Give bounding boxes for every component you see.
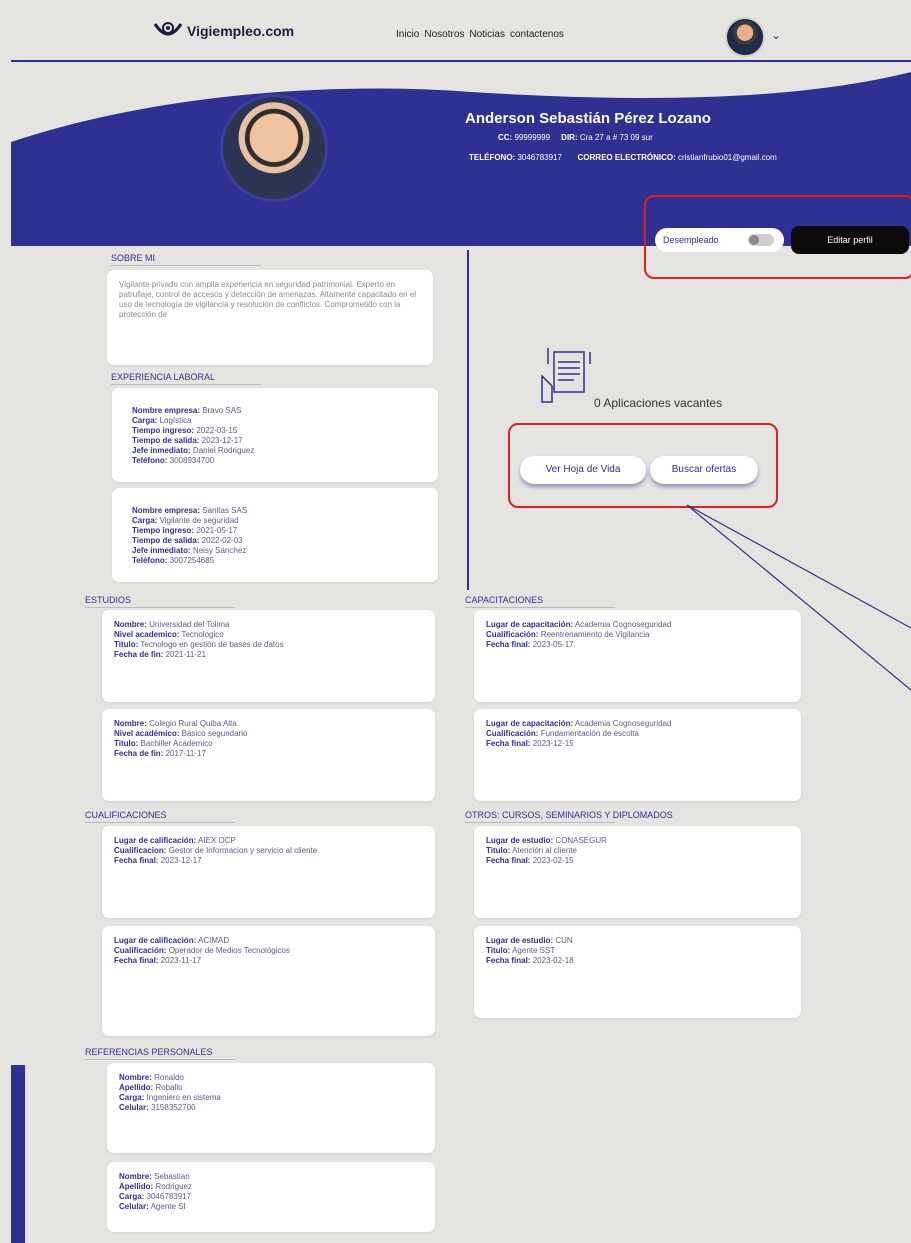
logo-text: Vigiempleo.com [187,23,295,39]
search-offers-button[interactable]: Buscar ofertas [650,456,758,484]
training-card: Lugar de capacitación: Academia Cognoseg… [474,610,801,702]
chevron-down-icon[interactable]: ⌄ [771,28,781,42]
applications-count: 0 Aplicaciones vacantes [594,396,723,410]
trainings-title: CAPACITACIONES [465,595,616,608]
study-card: Nombre: Colegio Rural Quiba Alta Nivel a… [102,709,435,801]
nav-noticias[interactable]: Noticias [469,29,505,40]
nav-nosotros[interactable]: Nosotros [424,29,464,40]
dir-value: Cra 27 a # 73 09 sur [579,133,653,142]
side-accent-bar [11,1065,25,1243]
qualification-card: Lugar de calificación: ACIMAD Cualificac… [102,926,435,1036]
other-courses-title: OTROS: CURSOS, SEMINARIOS Y DIPLOMADOS [465,810,673,823]
studies-title: ESTUDIOS [85,595,236,608]
employment-status-toggle[interactable]: Desempleado [655,228,784,252]
view-cv-button[interactable]: Ver Hoja de Vida [520,456,646,484]
edit-profile-button[interactable]: Editar perfil [791,226,909,254]
references-title: REFERENCIAS PERSONALES [85,1047,235,1060]
tel-label: TELÉFONO: [469,153,516,162]
eye-logo-icon [153,22,183,36]
resume-document-icon [541,348,591,403]
top-bar: Vigiempleo.com Inicio Nosotros Noticias … [11,0,911,62]
about-title: SOBRE MI [111,253,262,266]
qualifications-title: CUALIFICACIONES [85,810,235,823]
page: Vigiempleo.com Inicio Nosotros Noticias … [11,0,911,1243]
user-avatar[interactable] [725,17,765,57]
main-nav: Inicio Nosotros Noticias contactenos [396,29,564,40]
logo[interactable]: Vigiempleo.com [151,20,294,42]
email-label: CORREO ELECTRÓNICO: [577,153,676,162]
cc-dir-line: CC: 99999999 DIR: Cra 27 a # 73 09 sur [498,133,653,142]
nav-inicio[interactable]: Inicio [396,29,419,40]
about-text: Vigilante privado con amplia experiencia… [119,280,417,319]
reference-card: Nombre: Ronaldo Apellido: Roballo Carga:… [107,1063,435,1153]
contact-line: TELÉFONO: 3046783917 CORREO ELECTRÓNICO:… [469,153,777,162]
course-card: Lugar de estudio: CUN Titulo: Agente SST… [474,926,801,1018]
profile-photo [220,94,328,202]
nav-contactenos[interactable]: contactenos [510,29,564,40]
about-card: Vigilante privado con amplia experiencia… [107,270,433,365]
column-divider [467,250,469,590]
qualification-card: Lugar de calificación: AIEX OCP Cualific… [102,826,435,918]
status-label: Desempleado [663,235,719,245]
toggle-switch[interactable] [748,234,774,246]
experience-card: Nombre empresa: Bravo SAS Carga: Logísti… [112,388,438,482]
course-card: Lugar de estudio: CONASEGUR Titulo: Aten… [474,826,801,918]
reference-card: Nombre: Sebastian Apellido: Rodriguez Ca… [107,1162,435,1232]
training-card: Lugar de capacitación: Academia Cognoseg… [474,709,801,801]
cc-value: 99999999 [514,133,551,142]
profile-name: Anderson Sebastián Pérez Lozano [465,110,711,127]
email-value: cristianfrubio01@gmail.com [677,153,777,162]
cc-label: CC: [498,133,513,142]
experience-card: Nombre empresa: Sanitas SAS Carga: Vigil… [112,488,438,582]
experience-title: EXPERIENCIA LABORAL [111,372,262,385]
study-card: Nombre: Universidad del Tolima Nivel aca… [102,610,435,702]
tel-value: 3046783917 [517,153,562,162]
dir-label: DIR: [561,133,578,142]
